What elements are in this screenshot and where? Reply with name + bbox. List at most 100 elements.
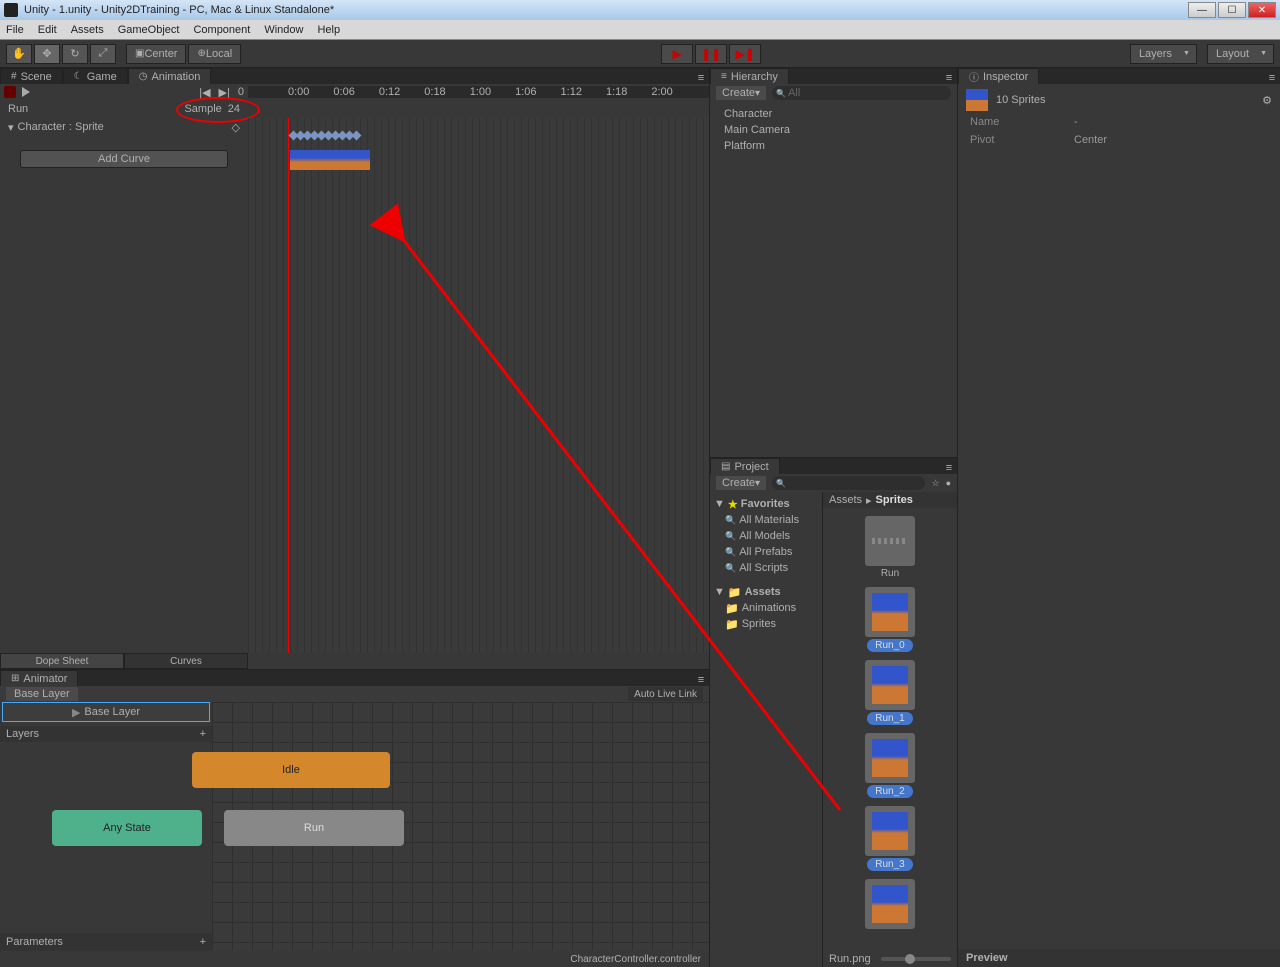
favorite-item[interactable]: 🔍All Prefabs <box>710 544 822 560</box>
menu-bar: File Edit Assets GameObject Component Wi… <box>0 20 1280 40</box>
hand-tool-button[interactable]: ✋ <box>6 44 32 64</box>
menu-component[interactable]: Component <box>193 24 250 36</box>
favorite-item[interactable]: 🔍All Scripts <box>710 560 822 576</box>
auto-live-link-button[interactable]: Auto Live Link <box>628 687 703 701</box>
preview-header[interactable]: Preview <box>958 949 1280 967</box>
animated-property[interactable]: ▾Character : Sprite◇ <box>0 118 248 136</box>
animator-tab-bar: ⊞ Animator ≡ <box>0 670 709 686</box>
window-title: Unity - 1.unity - Unity2DTraining - PC, … <box>24 4 1188 16</box>
asset-item-sprite[interactable]: Run_3 <box>865 806 915 871</box>
breadcrumb-base-layer[interactable]: Base Layer <box>6 687 78 701</box>
asset-item-sprite[interactable] <box>865 879 915 929</box>
curves-tab[interactable]: Curves <box>124 653 248 669</box>
asset-item-run[interactable]: Run <box>865 516 915 579</box>
folder-item[interactable]: 📁Animations <box>710 600 822 616</box>
pivot-value: Center <box>1074 134 1107 152</box>
project-tree: ▼★Favorites 🔍All Materials 🔍All Models 🔍… <box>710 492 822 967</box>
timeline-ruler[interactable]: 0:00 0:06 0:12 0:18 1:00 1:06 1:12 1:18 … <box>248 86 709 98</box>
tab-inspector[interactable]: ⓘ Inspector <box>958 68 1039 84</box>
add-parameter-button[interactable]: + <box>200 936 206 948</box>
animator-graph[interactable]: Idle Run Any State <box>212 702 709 951</box>
filter-icon[interactable]: ☆ <box>931 478 939 489</box>
breadcrumb-root[interactable]: Assets <box>829 494 862 506</box>
record-button[interactable] <box>4 86 16 98</box>
menu-file[interactable]: File <box>6 24 24 36</box>
tab-animator[interactable]: ⊞ Animator <box>0 670 78 686</box>
panel-menu-icon[interactable]: ≡ <box>1264 72 1280 84</box>
asset-item-sprite[interactable]: Run_2 <box>865 733 915 798</box>
dopesheet-area[interactable] <box>248 118 709 653</box>
folder-icon: 📁 <box>725 602 739 615</box>
project-search[interactable] <box>772 476 925 490</box>
dopesheet-tab[interactable]: Dope Sheet <box>0 653 124 669</box>
sample-field[interactable]: 24 <box>228 103 240 115</box>
parameters-header: Parameters+ <box>0 933 212 951</box>
layers-dropdown[interactable]: Layers <box>1130 44 1197 64</box>
maximize-button[interactable]: ☐ <box>1218 2 1246 18</box>
step-button[interactable]: ▶❚ <box>729 44 761 64</box>
state-idle[interactable]: Idle <box>192 752 390 788</box>
tab-game[interactable]: ☾ Game <box>63 68 128 84</box>
gear-icon[interactable]: ⚙ <box>1262 94 1272 107</box>
menu-gameobject[interactable]: GameObject <box>118 24 180 36</box>
move-tool-button[interactable]: ✥ <box>34 44 60 64</box>
state-run[interactable]: Run <box>224 810 404 846</box>
playhead[interactable] <box>288 118 289 653</box>
menu-window[interactable]: Window <box>264 24 303 36</box>
filter-icon[interactable]: ● <box>946 478 951 488</box>
inspector-tab-bar: ⓘ Inspector ≡ <box>958 68 1280 84</box>
favorite-item[interactable]: 🔍All Models <box>710 528 822 544</box>
scale-tool-button[interactable]: ⤢ <box>90 44 116 64</box>
tab-animation[interactable]: ◷ Animation <box>128 68 212 84</box>
menu-edit[interactable]: Edit <box>38 24 57 36</box>
pause-button[interactable]: ❚❚ <box>695 44 727 64</box>
anim-play-button[interactable] <box>22 87 30 97</box>
prev-key-button[interactable]: |◀ <box>199 86 210 99</box>
panel-menu-icon[interactable]: ≡ <box>693 674 709 686</box>
project-tab-bar: ▤ Project ≡ <box>710 458 957 474</box>
add-layer-button[interactable]: + <box>200 728 206 740</box>
asset-item-sprite[interactable]: Run_1 <box>865 660 915 725</box>
add-curve-button[interactable]: Add Curve <box>20 150 228 168</box>
layout-dropdown[interactable]: Layout <box>1207 44 1274 64</box>
asset-item-sprite[interactable]: Run_0 <box>865 587 915 652</box>
close-button[interactable]: ✕ <box>1248 2 1276 18</box>
pivot-toggle[interactable]: ▣ Center <box>126 44 186 64</box>
thumbnail-size-slider[interactable] <box>881 957 951 961</box>
name-label: Name <box>970 116 1074 134</box>
top-toolbar: ✋ ✥ ↻ ⤢ ▣ Center ⊕ Local ▶ ❚❚ ▶❚ Layers … <box>0 40 1280 68</box>
next-key-button[interactable]: ▶| <box>219 86 230 99</box>
layer-item[interactable]: ▶Base Layer <box>2 702 210 722</box>
state-any[interactable]: Any State <box>52 810 202 846</box>
panel-menu-icon[interactable]: ≡ <box>693 72 709 84</box>
minimize-button[interactable]: — <box>1188 2 1216 18</box>
play-button[interactable]: ▶ <box>661 44 693 64</box>
hierarchy-item[interactable]: Platform <box>710 138 957 154</box>
tab-scene[interactable]: # Scene <box>0 68 63 84</box>
hierarchy-item[interactable]: Main Camera <box>710 122 957 138</box>
keyframe[interactable] <box>352 131 362 141</box>
tab-project[interactable]: ▤ Project <box>710 458 780 474</box>
hierarchy-item[interactable]: Character <box>710 106 957 122</box>
breadcrumb-current[interactable]: Sprites <box>876 494 913 506</box>
favorites-header[interactable]: ▼★Favorites <box>710 496 822 512</box>
rotate-tool-button[interactable]: ↻ <box>62 44 88 64</box>
menu-assets[interactable]: Assets <box>71 24 104 36</box>
hierarchy-search[interactable]: All <box>772 86 951 100</box>
window-titlebar: Unity - 1.unity - Unity2DTraining - PC, … <box>0 0 1280 20</box>
assets-header[interactable]: ▼📁Assets <box>710 584 822 600</box>
tab-hierarchy[interactable]: ≡ Hierarchy <box>710 68 789 84</box>
clip-dropdown[interactable]: Run <box>8 103 178 115</box>
favorite-item[interactable]: 🔍All Materials <box>710 512 822 528</box>
menu-help[interactable]: Help <box>317 24 340 36</box>
sample-label: Sample <box>184 103 221 115</box>
frame-field[interactable]: 0 <box>238 86 244 99</box>
hierarchy-create-button[interactable]: Create ▾ <box>716 86 766 100</box>
local-toggle[interactable]: ⊕ Local <box>188 44 241 64</box>
chevron-right-icon: ▸ <box>866 494 872 507</box>
folder-item[interactable]: 📁Sprites <box>710 616 822 632</box>
panel-menu-icon[interactable]: ≡ <box>941 72 957 84</box>
project-create-button[interactable]: Create ▾ <box>716 476 766 490</box>
panel-menu-icon[interactable]: ≡ <box>941 462 957 474</box>
asset-grid: Run Run_0 Run_1 Run_2 <box>823 508 957 951</box>
